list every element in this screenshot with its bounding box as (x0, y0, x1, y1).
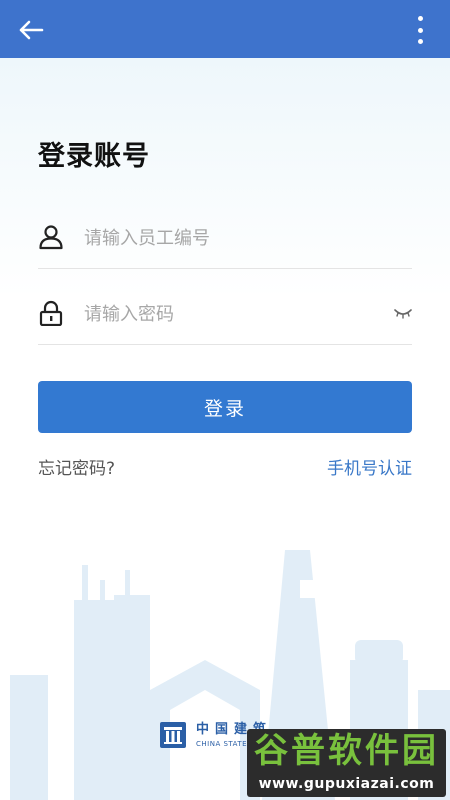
more-options-button[interactable] (414, 16, 426, 44)
arrow-left-icon (19, 20, 44, 40)
watermark-url: www.gupuxiazai.com (258, 776, 435, 792)
eye-closed-icon[interactable] (394, 306, 412, 320)
back-button[interactable] (14, 15, 48, 45)
more-vertical-icon (417, 16, 423, 21)
password-field (38, 284, 412, 345)
employee-id-field (38, 208, 412, 269)
login-button[interactable]: 登录 (38, 381, 412, 433)
forgot-password-link[interactable]: 忘记密码? (38, 454, 115, 479)
employee-id-input[interactable] (82, 220, 386, 256)
lock-icon (39, 300, 63, 326)
page-title: 登录账号 (38, 141, 150, 172)
watermark-name: 谷普软件园 (254, 731, 439, 771)
password-input[interactable] (82, 296, 386, 332)
site-watermark: 谷普软件园 www.gupuxiazai.com (247, 729, 446, 797)
phone-auth-link[interactable]: 手机号认证 (327, 454, 412, 479)
company-logo-mark (160, 722, 186, 748)
top-app-bar (0, 0, 450, 58)
user-icon (39, 225, 63, 250)
